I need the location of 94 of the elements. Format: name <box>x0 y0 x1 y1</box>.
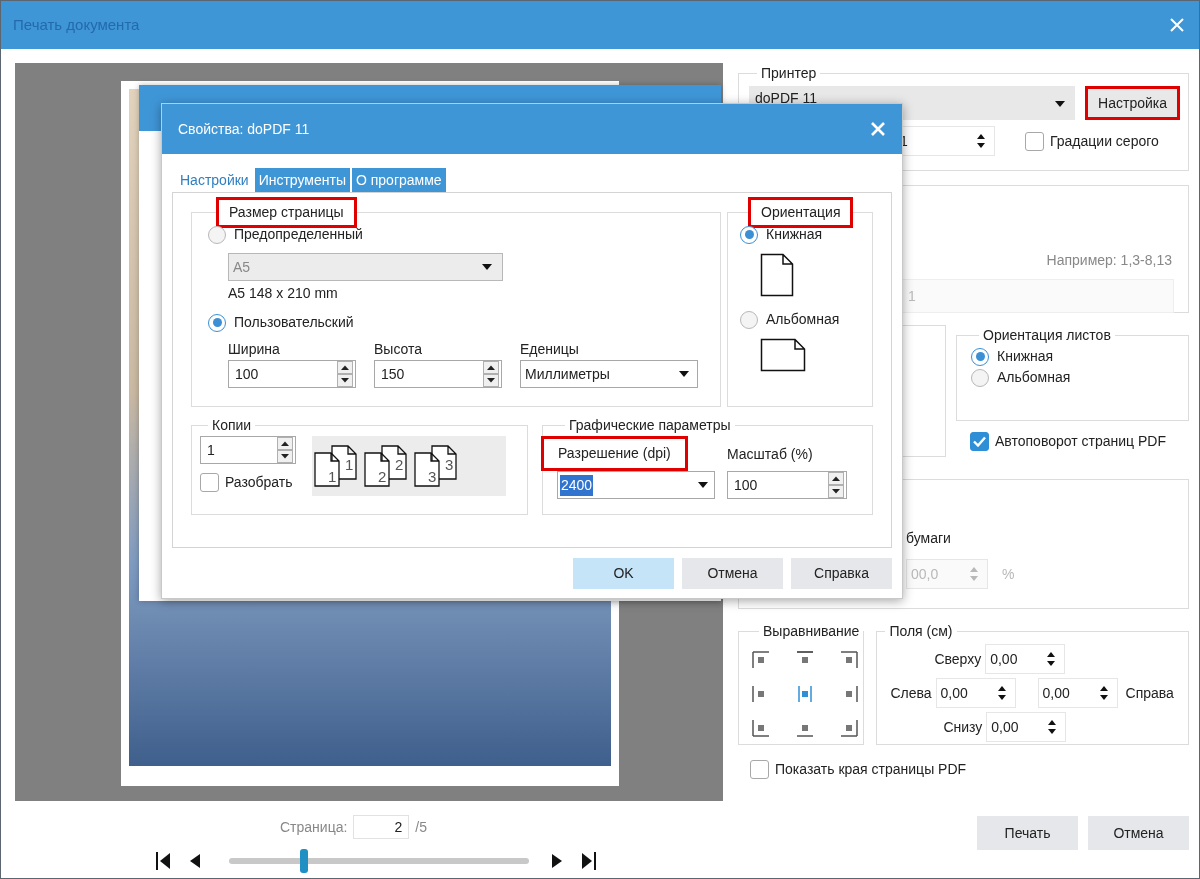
units-dropdown[interactable]: Миллиметры <box>520 360 698 388</box>
field-label: Сверху <box>934 649 982 669</box>
spin-arrows-icon[interactable] <box>828 472 844 498</box>
page-number: 3 <box>445 457 454 472</box>
preset-size-text: A5 148 x 210 mm <box>228 284 339 303</box>
checkbox[interactable] <box>200 473 219 492</box>
landscape-page-icon <box>760 338 806 372</box>
alignment-option[interactable] <box>751 718 771 738</box>
field-label: Ширина <box>228 340 281 359</box>
first-page-icon[interactable] <box>155 851 171 871</box>
dialog-button[interactable]: Справка <box>791 558 892 589</box>
settings-button[interactable]: Настройка <box>1085 86 1180 120</box>
dialog-button[interactable]: OK <box>573 558 674 589</box>
radio-label: Предопределенный <box>234 225 363 244</box>
top-margin-field[interactable]: 0,00 <box>985 644 1066 674</box>
spin-arrows-icon[interactable] <box>337 361 353 387</box>
percent-unit: % <box>1002 564 1015 584</box>
checkbox[interactable] <box>1025 131 1044 151</box>
page-number: 2 <box>395 457 404 472</box>
page-number: 2 <box>378 469 387 484</box>
page-number-field[interactable]: 2 <box>353 815 410 839</box>
group-title: Копии <box>211 416 253 435</box>
bottom-margin-field[interactable]: 0,00 <box>986 712 1067 742</box>
radio-label: Альбомная <box>766 310 840 329</box>
checkbox[interactable] <box>970 432 989 451</box>
radio-label: Книжная <box>766 225 823 244</box>
height-field[interactable]: 150 <box>374 360 502 388</box>
option-label: бумаги <box>906 529 952 548</box>
radio-label: Книжная <box>997 347 1054 366</box>
page-number: 1 <box>345 457 354 472</box>
field-label: Еденицы <box>520 340 580 359</box>
slider-thumb[interactable] <box>300 849 308 873</box>
checkbox[interactable] <box>750 760 769 779</box>
checkbox-label: Показать края страницы PDF <box>775 760 967 779</box>
page-label: Страница: <box>280 817 348 837</box>
previous-page-icon[interactable] <box>189 853 201 869</box>
width-field[interactable]: 100 <box>228 360 356 388</box>
group-title: Графические параметры <box>568 416 732 435</box>
field-label: Слева <box>890 683 932 703</box>
field-label: Высота <box>374 340 424 359</box>
spin-arrows-icon[interactable] <box>1046 650 1057 668</box>
scale-field[interactable]: 100 <box>727 471 847 499</box>
close-icon[interactable] <box>1169 17 1185 33</box>
group-title: Размер страницы <box>216 197 357 228</box>
field-label: Масштаб (%) <box>727 445 814 464</box>
checkbox-label: Градации серого <box>1050 131 1159 151</box>
spin-arrows-icon[interactable] <box>483 361 499 387</box>
last-page-icon[interactable] <box>581 851 597 871</box>
radio-button[interactable] <box>740 310 758 329</box>
range-hint: Например: 1,3-8,13 <box>1046 251 1172 270</box>
radio-button[interactable] <box>740 225 758 244</box>
field-label: Справа <box>1125 683 1174 703</box>
group-title: Принтер <box>760 64 818 83</box>
next-page-icon[interactable] <box>551 853 563 869</box>
caret-icon <box>482 264 492 270</box>
page-total: /5 <box>415 817 428 837</box>
resolution-dropdown[interactable]: 2400 <box>557 471 715 499</box>
radio-label: Альбомная <box>997 368 1071 387</box>
alignment-option[interactable] <box>839 718 859 738</box>
page-number: 1 <box>328 469 337 484</box>
caret-icon <box>698 482 708 488</box>
dialog-button[interactable]: Отмена <box>1088 816 1189 850</box>
group-title: Поля (см) <box>888 622 954 641</box>
radio-button[interactable] <box>208 313 226 332</box>
portrait-page-icon <box>760 253 794 297</box>
field-label: Снизу <box>943 717 983 737</box>
caret-icon <box>1055 101 1066 107</box>
radio-button[interactable] <box>971 368 989 387</box>
group-title: Выравнивание <box>762 622 861 641</box>
alignment-option[interactable] <box>795 684 815 704</box>
copies-field[interactable]: 1 <box>200 436 296 464</box>
dialog-title: Свойства: doPDF 11 <box>178 119 310 139</box>
right-margin-field[interactable]: 0,00 <box>1037 678 1118 708</box>
radio-button[interactable] <box>208 225 226 244</box>
dialog-button[interactable]: Печать <box>977 816 1078 850</box>
spin-arrows-icon[interactable] <box>277 437 293 463</box>
alignment-option[interactable] <box>839 650 859 670</box>
checkbox-label: Автоповорот страниц PDF <box>995 432 1166 451</box>
alignment-option[interactable] <box>751 650 771 670</box>
group-title: Ориентация листов <box>982 326 1112 345</box>
radio-button[interactable] <box>971 347 989 366</box>
spin-arrows-icon[interactable] <box>1047 718 1058 736</box>
checkbox-label: Разобрать <box>225 473 293 492</box>
spin-arrows-icon[interactable] <box>996 684 1007 702</box>
caret-icon <box>679 371 689 377</box>
close-icon[interactable] <box>870 121 886 137</box>
dialog-button[interactable]: Отмена <box>682 558 783 589</box>
left-margin-field[interactable]: 0,00 <box>935 678 1016 708</box>
spin-arrows-icon[interactable] <box>976 132 986 150</box>
radio-label: Пользовательский <box>234 313 354 332</box>
page-number: 3 <box>428 469 437 484</box>
spin-arrows-icon[interactable] <box>1098 684 1109 702</box>
group-title: Ориентация <box>748 197 854 228</box>
field-label: Разрешение (dpi) <box>541 436 688 471</box>
